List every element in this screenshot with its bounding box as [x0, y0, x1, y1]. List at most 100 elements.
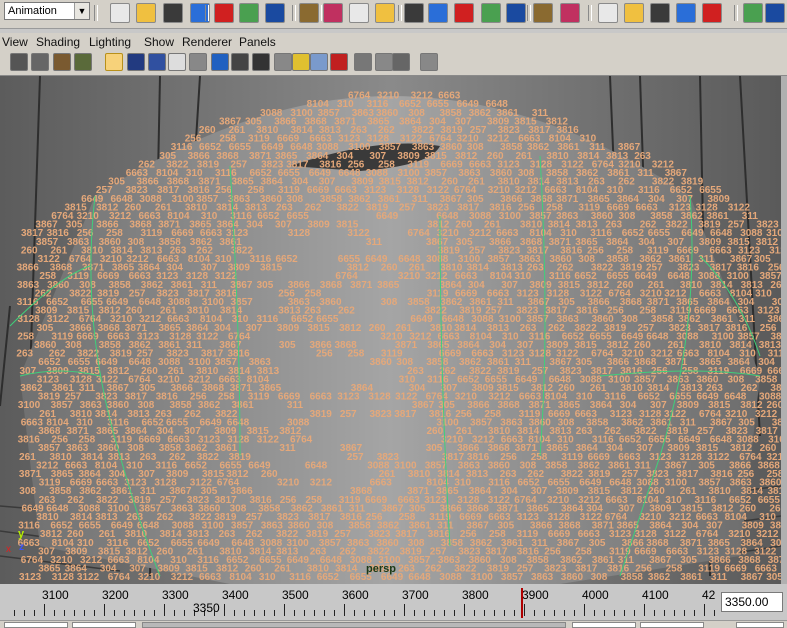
- vertex-number-label: 3822: [337, 202, 360, 213]
- time-minor-tick: [514, 610, 515, 616]
- menu-panels[interactable]: Panels: [239, 35, 276, 49]
- range-inner-start-field[interactable]: [72, 622, 136, 628]
- bookmark-icon[interactable]: [53, 53, 71, 71]
- vertex-number-label: 3861: [680, 572, 703, 583]
- vertex-number-label: 3128: [52, 572, 75, 583]
- grid-icon[interactable]: [105, 53, 123, 71]
- current-frame-field[interactable]: 3350.00: [721, 592, 783, 612]
- select-object-icon[interactable]: [214, 3, 234, 23]
- lock-icon[interactable]: [533, 3, 553, 23]
- magnet-1-icon[interactable]: [598, 3, 618, 23]
- history-icon[interactable]: [404, 3, 424, 23]
- time-minor-tick: [674, 610, 675, 616]
- menu-shading[interactable]: Shading: [36, 35, 80, 49]
- isolate-icon[interactable]: [354, 53, 372, 71]
- layout-icon[interactable]: [420, 53, 438, 71]
- panel-1-icon[interactable]: [743, 3, 763, 23]
- magnet-5-icon[interactable]: [702, 3, 722, 23]
- xray-icon[interactable]: [330, 53, 348, 71]
- mode-dropdown[interactable]: Animation ▼: [4, 2, 90, 20]
- bounding-box-icon[interactable]: [252, 53, 270, 71]
- magnet-4-icon[interactable]: [676, 3, 696, 23]
- time-minor-tick: [284, 610, 285, 616]
- vertex-number-label: 3860: [370, 357, 393, 368]
- time-minor-tick: [544, 610, 545, 616]
- frame-all-icon[interactable]: [375, 53, 393, 71]
- vertex-number-label: 3212: [310, 478, 333, 489]
- snap-curve-icon[interactable]: [299, 3, 319, 23]
- time-minor-tick: [114, 610, 115, 616]
- select-component-icon[interactable]: [239, 3, 259, 23]
- time-slider[interactable]: 3100 3200 3300 3400 3500 3600 3700 3800 3900 4000…: [0, 586, 718, 620]
- select-lights-icon[interactable]: [560, 3, 580, 23]
- viewport-scrollbar[interactable]: [781, 76, 787, 584]
- toolbar-divider: [94, 5, 98, 21]
- vertex-number-label: 305: [426, 443, 443, 454]
- time-tick-label: 3200: [102, 588, 129, 602]
- time-minor-tick: [44, 610, 45, 616]
- toolbar-divider: [318, 5, 322, 21]
- save-scene-icon[interactable]: [163, 3, 183, 23]
- time-minor-tick: [84, 610, 85, 616]
- time-tick-label: 3700: [402, 588, 429, 602]
- time-minor-tick: [34, 610, 35, 616]
- texture-icon[interactable]: [274, 53, 292, 71]
- image-plane-icon[interactable]: [74, 53, 92, 71]
- chevron-down-icon[interactable]: ▼: [74, 3, 89, 19]
- time-tick-label: 3500: [282, 588, 309, 602]
- menu-lighting[interactable]: Lighting: [89, 35, 131, 49]
- snap-live-icon[interactable]: [375, 3, 395, 23]
- time-tick-label: 4100: [642, 588, 669, 602]
- range-inner-end-field[interactable]: [572, 622, 636, 628]
- camera-icon[interactable]: [10, 53, 28, 71]
- vertex-number-label: 304: [246, 220, 263, 231]
- vertex-number-label: 3088: [439, 572, 462, 583]
- time-tick-label: 42: [702, 588, 716, 602]
- frame-selected-icon[interactable]: [392, 53, 410, 71]
- lights-icon[interactable]: [292, 53, 310, 71]
- range-slider-bar[interactable]: [142, 622, 566, 628]
- snap-plane-icon[interactable]: [349, 3, 369, 23]
- range-options-field[interactable]: [736, 622, 784, 628]
- vertex-number-label: 3857: [501, 572, 524, 583]
- playhead[interactable]: [521, 588, 523, 618]
- time-minor-tick: [94, 610, 95, 616]
- perspective-viewport[interactable]: 6764 3210 3212 6663 8104 310 3116 6652 6655 6649 6…: [0, 76, 781, 584]
- menu-show[interactable]: Show: [144, 35, 174, 49]
- time-minor-tick: [614, 610, 615, 616]
- help-icon[interactable]: [506, 3, 526, 23]
- menu-renderer[interactable]: Renderer: [182, 35, 232, 49]
- range-start-field[interactable]: [4, 622, 68, 628]
- open-scene-icon[interactable]: [136, 3, 156, 23]
- vertex-number-label: 3862: [648, 572, 671, 583]
- new-scene-icon[interactable]: [110, 3, 130, 23]
- shadows-icon[interactable]: [310, 53, 328, 71]
- magnet-2-icon[interactable]: [624, 3, 644, 23]
- vertex-number-label: 6648: [305, 460, 328, 471]
- time-minor-tick: [224, 610, 225, 616]
- render-settings-icon[interactable]: [481, 3, 501, 23]
- menu-view[interactable]: View: [2, 35, 28, 49]
- safe-action-icon[interactable]: [168, 53, 186, 71]
- resolution-gate-icon[interactable]: [148, 53, 166, 71]
- vertex-number-label: 3100: [499, 211, 522, 222]
- smooth-shade-icon[interactable]: [211, 53, 229, 71]
- flat-shade-icon[interactable]: [231, 53, 249, 71]
- vertex-number-label: 3210: [277, 478, 300, 489]
- vertex-number-label: 3116: [289, 572, 311, 583]
- magnet-3-icon[interactable]: [650, 3, 670, 23]
- vertex-number-label: 305: [680, 555, 697, 566]
- vertex-number-label: 3858: [621, 572, 644, 583]
- camera-attr-icon[interactable]: [31, 53, 49, 71]
- time-minor-tick: [664, 610, 665, 616]
- snap-point-icon[interactable]: [323, 3, 343, 23]
- snap-grid-icon[interactable]: [265, 3, 285, 23]
- wireframe-icon[interactable]: [189, 53, 207, 71]
- range-end-field[interactable]: [640, 622, 704, 628]
- time-minor-tick: [414, 610, 415, 616]
- film-gate-icon[interactable]: [127, 53, 145, 71]
- render-icon[interactable]: [428, 3, 448, 23]
- scene-drawing: 6764 3210 3212 66638104 310 3116 6652 6655 6649 6…: [0, 76, 781, 584]
- ipr-icon[interactable]: [454, 3, 474, 23]
- panel-2-icon[interactable]: [765, 3, 785, 23]
